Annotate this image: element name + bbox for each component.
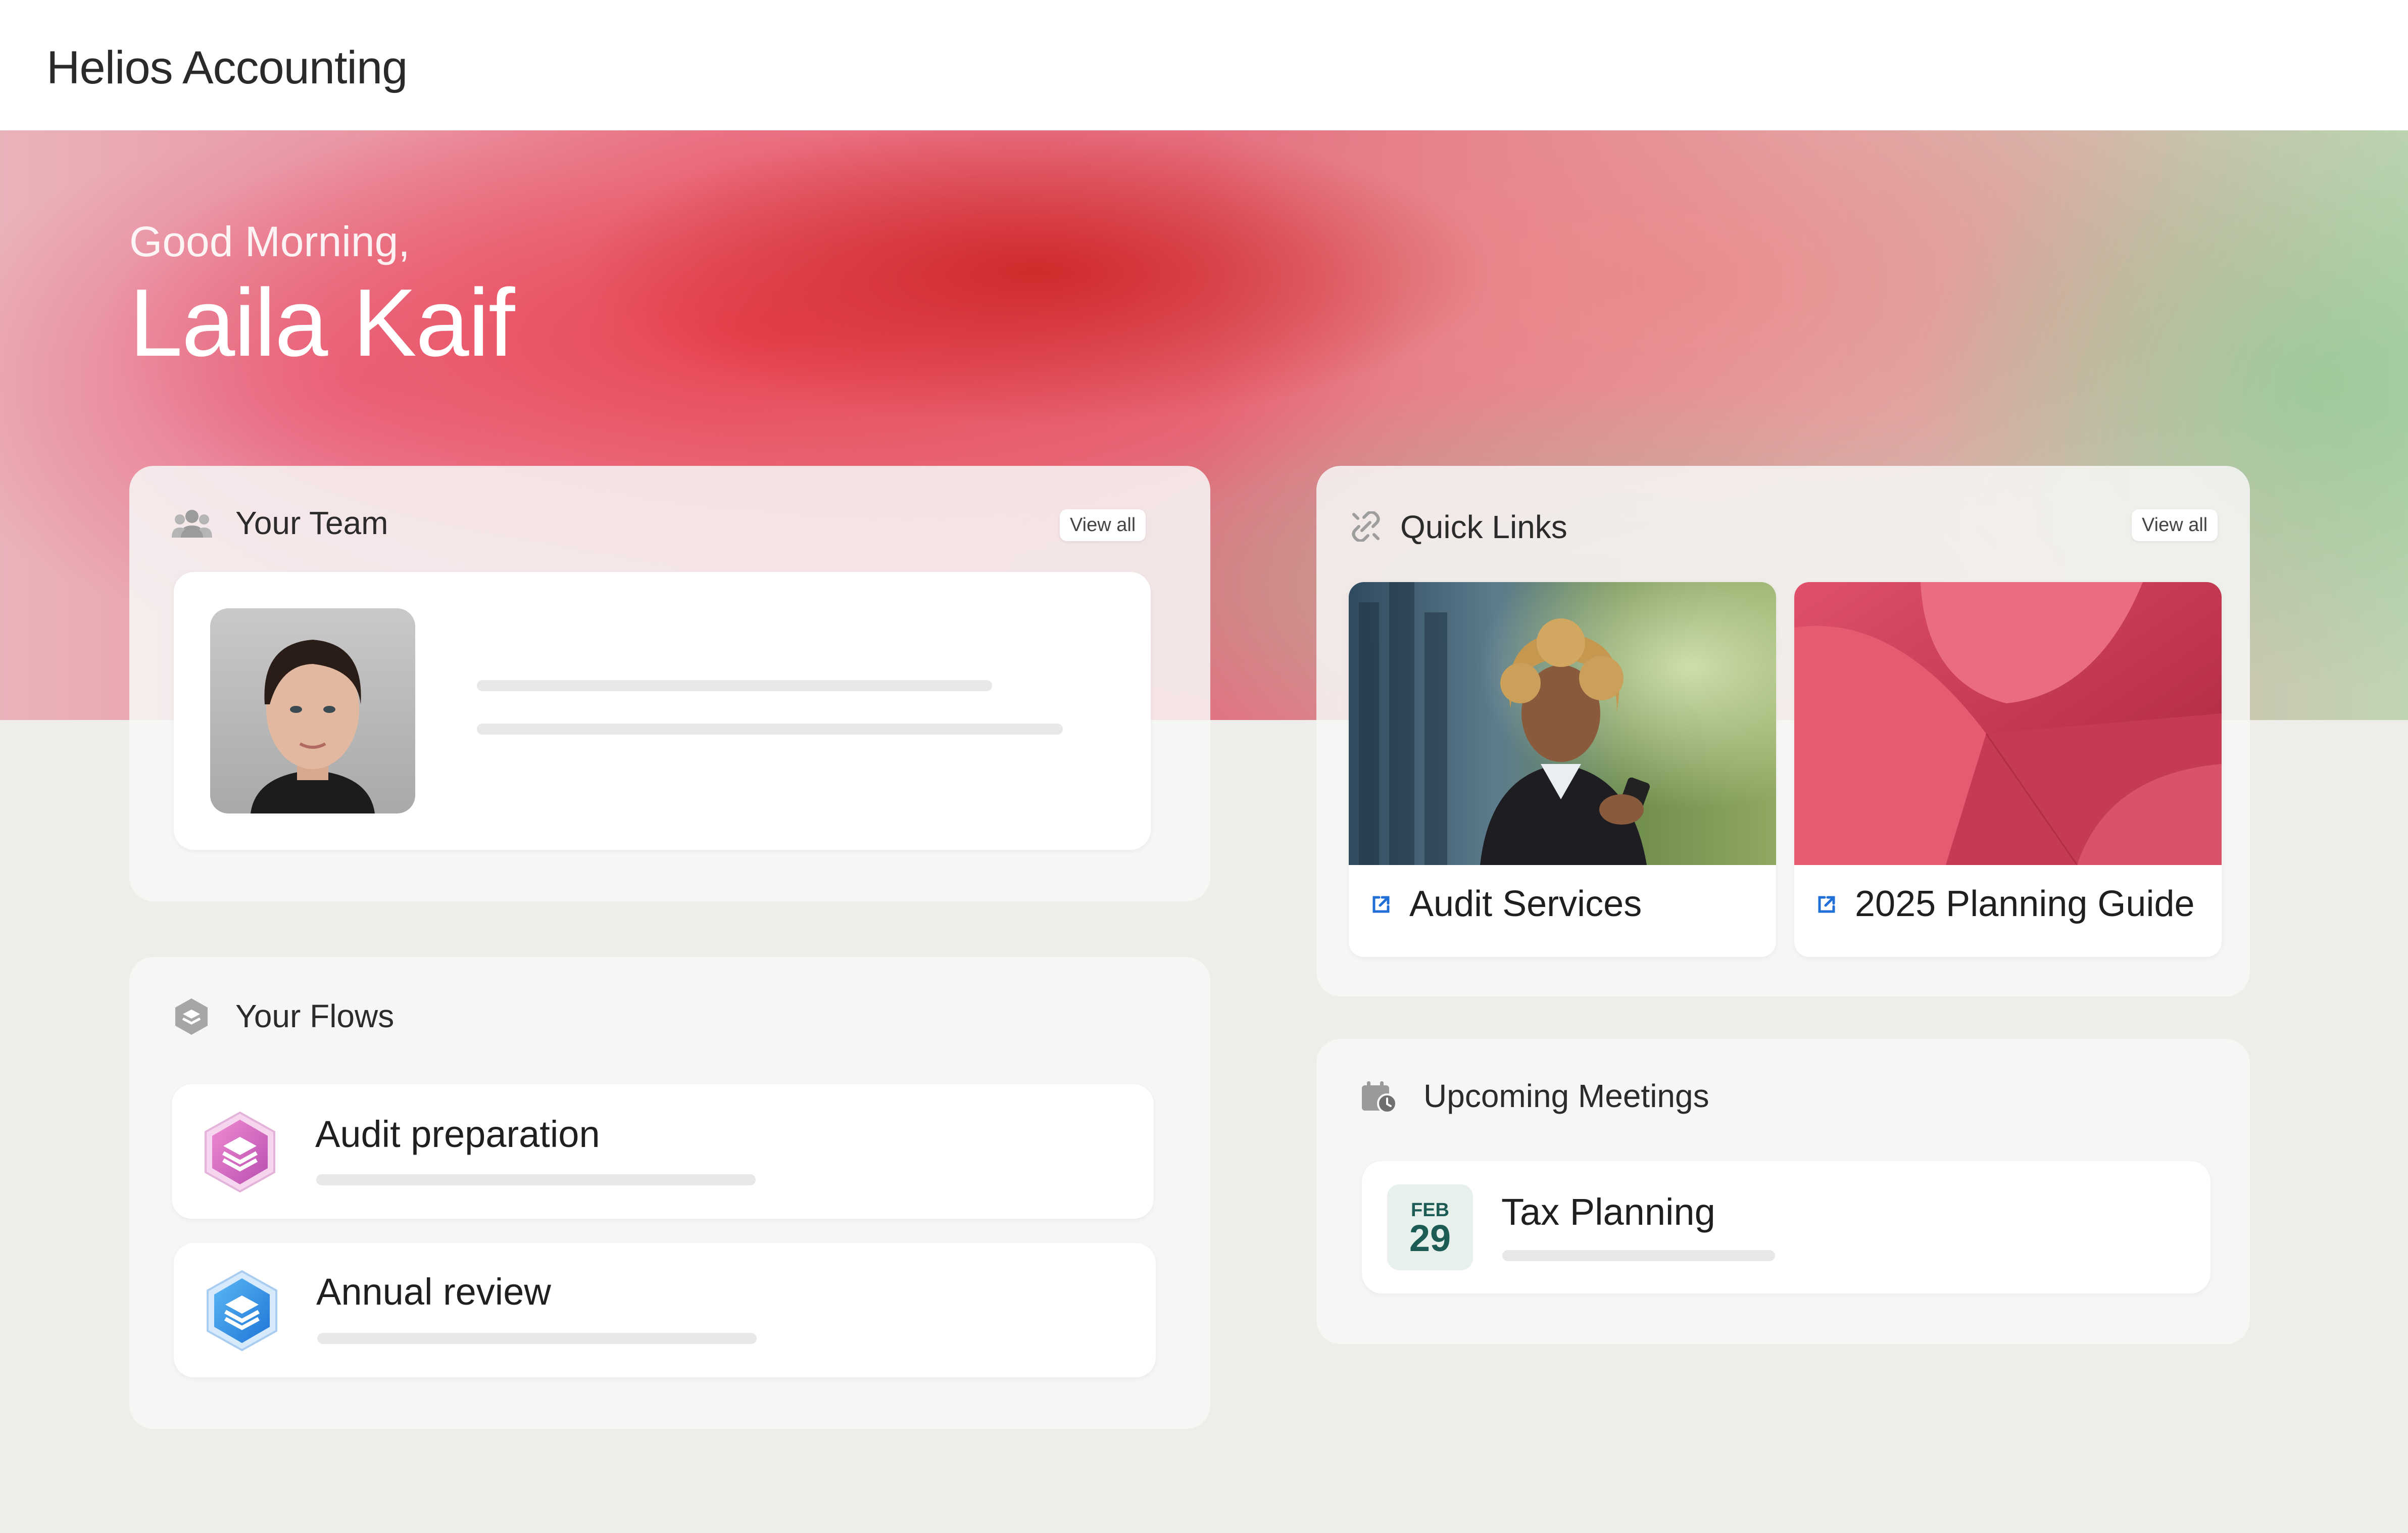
quick-links-title: Quick Links	[1400, 509, 1567, 545]
flow-item-annual-review[interactable]: Annual review	[174, 1243, 1156, 1377]
external-link-icon	[1818, 896, 1835, 913]
quick-link-label: 2025 Planning Guide	[1855, 884, 2195, 924]
avatar	[210, 608, 415, 813]
team-view-all-button[interactable]: View all	[1060, 509, 1146, 541]
flow-item-label: Audit preparation	[315, 1113, 600, 1155]
member-name-placeholder	[477, 680, 992, 691]
flows-title: Your Flows	[235, 998, 395, 1034]
flow-item-audit-preparation[interactable]: Audit preparation	[172, 1084, 1154, 1219]
meeting-title: Tax Planning	[1501, 1191, 1715, 1233]
audit-services-image	[1349, 582, 1776, 865]
meeting-day: 29	[1409, 1217, 1451, 1259]
team-card: Your Team View all	[129, 466, 1210, 901]
meeting-details-placeholder	[1502, 1250, 1775, 1261]
planning-guide-image	[1794, 582, 2222, 865]
quick-link-planning-guide[interactable]: 2025 Planning Guide	[1794, 582, 2222, 957]
quick-links-view-all-button[interactable]: View all	[2132, 509, 2218, 541]
greeting-text: Good Morning,	[129, 218, 410, 265]
top-bar: Helios Accounting	[0, 0, 2408, 131]
flow-progress-placeholder	[317, 1333, 757, 1344]
app-title: Helios Accounting	[46, 42, 408, 93]
team-icon	[172, 510, 212, 538]
team-member-card[interactable]	[174, 572, 1151, 850]
user-name: Laila Kaif	[129, 269, 515, 376]
flow-stack-icon	[205, 1111, 275, 1193]
flow-stack-icon	[207, 1270, 277, 1352]
flows-icon	[175, 998, 208, 1035]
meetings-card: Upcoming Meetings FEB 29 Tax Planning	[1316, 1039, 2250, 1344]
meeting-date-badge: FEB 29	[1387, 1184, 1473, 1270]
meeting-item[interactable]: FEB 29 Tax Planning	[1362, 1161, 2210, 1294]
quick-links-card: Quick Links View all Audit Services 2025…	[1316, 466, 2250, 996]
calendar-clock-icon	[1362, 1081, 1397, 1114]
flows-card: Your Flows Audit preparation Annual revi…	[129, 957, 1210, 1429]
quick-link-label: Audit Services	[1409, 884, 1642, 924]
flow-item-label: Annual review	[316, 1271, 551, 1313]
member-role-placeholder	[477, 724, 1063, 735]
external-link-icon	[1372, 896, 1390, 913]
meetings-title: Upcoming Meetings	[1423, 1078, 1709, 1114]
team-title: Your Team	[235, 505, 388, 541]
flow-progress-placeholder	[316, 1174, 756, 1185]
quick-link-audit-services[interactable]: Audit Services	[1349, 582, 1776, 957]
link-icon	[1352, 511, 1380, 542]
